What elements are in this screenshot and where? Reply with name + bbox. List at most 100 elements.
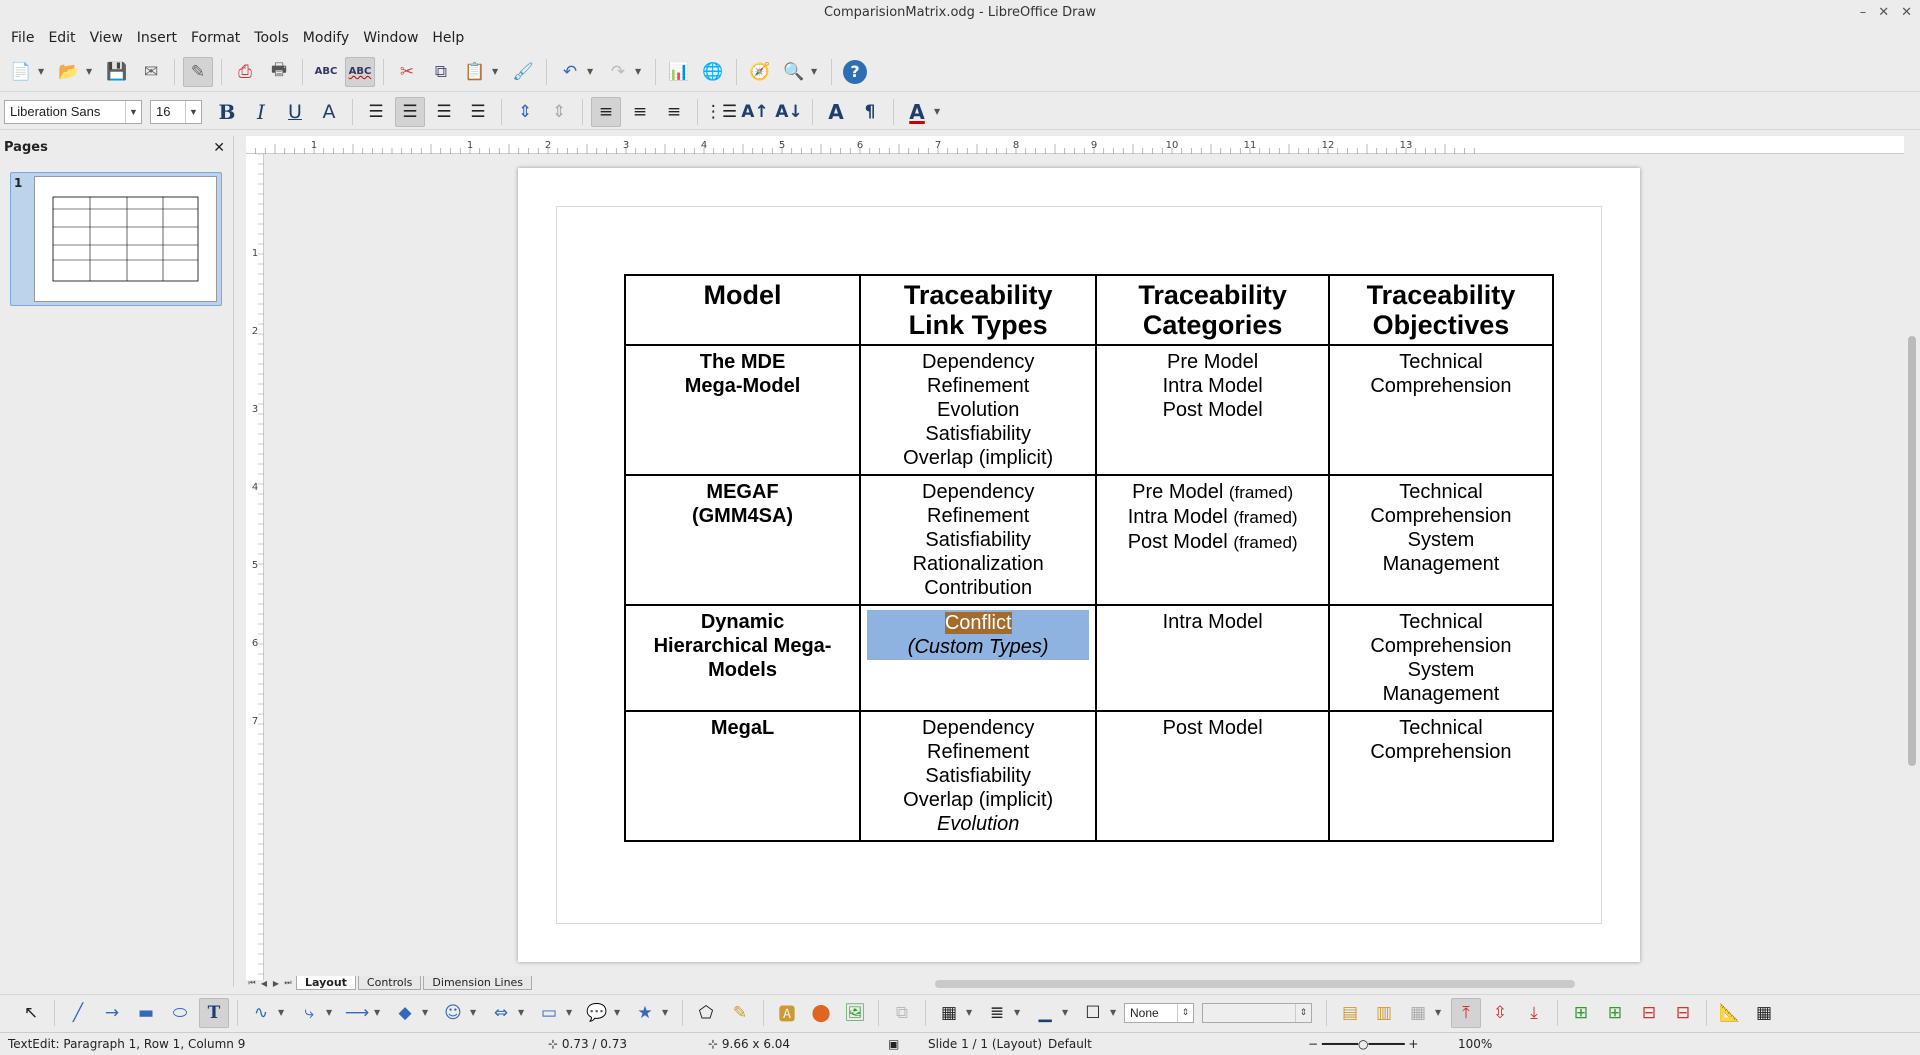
zoom-dropdown-icon[interactable]: ▼ [811, 67, 821, 76]
close-panel-icon[interactable]: ✕ [213, 136, 225, 160]
stars-dropdown-icon[interactable]: ▼ [662, 1008, 672, 1017]
redo-icon[interactable]: ↷ [603, 57, 633, 87]
export-pdf-icon[interactable]: ⎙ [230, 57, 260, 87]
table-cell[interactable]: Technical Comprehension System Managemen… [1327, 604, 1555, 712]
line-icon[interactable]: ╱ [63, 998, 93, 1028]
decrease-font-icon[interactable]: A↓ [774, 97, 804, 127]
rectangle-icon[interactable]: ▬ [131, 998, 161, 1028]
new-dropdown-icon[interactable]: ▼ [38, 67, 48, 76]
align-bottom-icon[interactable]: ≡ [659, 97, 689, 127]
insert-row-icon[interactable]: ⊞ [1566, 998, 1596, 1028]
paste-icon[interactable]: 📋 [460, 57, 490, 87]
line-arrow-icon[interactable]: → [97, 998, 127, 1028]
table-icon[interactable]: ▦ [934, 998, 964, 1028]
insert-image-icon[interactable]: 🖼 [840, 998, 870, 1028]
table-cell[interactable]: Technical Comprehension [1327, 710, 1555, 842]
font-color-dropdown-icon[interactable]: ▼ [934, 107, 944, 116]
borders-dropdown-icon[interactable]: ▼ [1110, 1008, 1120, 1017]
connector-icon[interactable]: ⤷ [294, 998, 324, 1028]
shapes-dropdown-icon[interactable]: ▼ [422, 1008, 432, 1017]
block-arrows-dropdown-icon[interactable]: ▼ [518, 1008, 528, 1017]
close-icon[interactable]: ✕ [1901, 0, 1912, 26]
split-cells-icon[interactable]: ▥ [1369, 998, 1399, 1028]
undo-dropdown-icon[interactable]: ▼ [587, 67, 597, 76]
bullets-icon[interactable]: ⋮☰ [705, 97, 737, 127]
header-cell[interactable]: Traceability Categories [1095, 274, 1330, 346]
horizontal-scrollbar[interactable] [935, 980, 1575, 988]
table-properties-icon[interactable]: ▦ [1749, 998, 1779, 1028]
spellcheck-icon[interactable]: ABC [311, 57, 341, 87]
underline-icon[interactable]: U [280, 97, 310, 127]
borders-icon[interactable]: ☐ [1078, 998, 1108, 1028]
email-icon[interactable]: ✉ [136, 57, 166, 87]
align-middle-icon[interactable]: ≡ [625, 97, 655, 127]
menu-modify[interactable]: Modify [296, 26, 356, 50]
navigator-compass-icon[interactable]: 🧭 [745, 57, 775, 87]
bold-icon[interactable]: B [212, 97, 242, 127]
curve-dropdown-icon[interactable]: ▼ [278, 1008, 288, 1017]
select-arrow-icon[interactable]: ↖ [16, 998, 46, 1028]
optimize-icon[interactable]: ▦ [1403, 998, 1433, 1028]
flowchart-dropdown-icon[interactable]: ▼ [566, 1008, 576, 1017]
print-icon[interactable]: 🖶 [264, 57, 294, 87]
vertical-scrollbar[interactable] [1904, 136, 1920, 980]
save-icon[interactable]: 💾 [102, 57, 132, 87]
chart-icon[interactable]: 📊 [664, 57, 694, 87]
border-color-icon[interactable]: ▁ [1030, 998, 1060, 1028]
table-cell[interactable]: Intra Model [1095, 604, 1330, 712]
cut-icon[interactable]: ✂ [392, 57, 422, 87]
cell-top-icon[interactable]: ⤒ [1451, 997, 1481, 1028]
menu-view[interactable]: View [83, 26, 130, 50]
stars-icon[interactable]: ★ [630, 998, 660, 1028]
text-selection[interactable]: Conflict (Custom Types) [867, 610, 1090, 660]
selected-text[interactable]: Conflict [944, 612, 1012, 634]
flowchart-icon[interactable]: ▭ [534, 998, 564, 1028]
ellipse-icon[interactable]: ⬭ [165, 998, 195, 1028]
insert-shape-icon[interactable]: ⬤ [806, 998, 836, 1028]
header-cell[interactable]: Model [623, 274, 862, 346]
basic-shapes-icon[interactable]: ◆ [390, 998, 420, 1028]
first-tab-icon[interactable]: ⏮ [246, 978, 258, 988]
vertical-ruler[interactable]: 1 2 3 4 5 6 7 [246, 153, 264, 980]
table-design-icon[interactable]: 📐 [1715, 998, 1745, 1028]
help-icon[interactable]: ? [840, 57, 870, 87]
delete-column-icon[interactable]: ⊟ [1668, 998, 1698, 1028]
chevron-down-icon[interactable]: ▼ [125, 100, 141, 123]
tab-dimension-lines[interactable]: Dimension Lines [423, 976, 533, 990]
cell-bottom-icon[interactable]: ⤓ [1519, 998, 1549, 1028]
new-document-icon[interactable]: 📄 [6, 57, 36, 87]
header-cell[interactable]: Traceability Link Types [859, 274, 1098, 346]
delete-row-icon[interactable]: ⊟ [1634, 998, 1664, 1028]
table-cell[interactable]: Dependency Refinement Evolution Satisfia… [859, 344, 1098, 476]
menu-format[interactable]: Format [184, 26, 247, 50]
lines-dropdown-icon[interactable]: ▼ [374, 1008, 384, 1017]
edit-file-icon[interactable]: ✎ [183, 56, 213, 87]
symbol-shapes-icon[interactable]: ☺ [438, 998, 468, 1028]
paste-dropdown-icon[interactable]: ▼ [492, 67, 502, 76]
chevron-down-icon[interactable]: ⇕ [1177, 1003, 1193, 1022]
table-cell[interactable]: Post Model [1095, 710, 1330, 842]
comparison-matrix-table[interactable]: Model Traceability Link Types Traceabili… [623, 274, 1555, 842]
table-cell-selected[interactable]: Conflict (Custom Types) [859, 604, 1098, 712]
undo-icon[interactable]: ↶ [555, 57, 585, 87]
table-cell[interactable]: Pre Model (framed) Intra Model (framed) … [1095, 474, 1330, 606]
glue-points-icon[interactable]: ✎ [725, 998, 755, 1028]
increase-spacing-icon[interactable]: ⇕ [510, 97, 540, 127]
menu-tools[interactable]: Tools [247, 26, 296, 50]
border-color-dropdown-icon[interactable]: ▼ [1062, 1008, 1072, 1017]
font-size-combo[interactable]: 16 ▼ [150, 99, 202, 124]
drawing-canvas[interactable]: Model Traceability Link Types Traceabili… [266, 156, 1902, 980]
slide-page[interactable]: Model Traceability Link Types Traceabili… [518, 168, 1640, 962]
table-cell[interactable]: Technical Comprehension [1327, 344, 1555, 476]
table-cell[interactable]: MEGAF (GMM4SA) [623, 474, 862, 606]
extrusion-icon[interactable]: ⧉ [887, 998, 917, 1028]
fontwork-icon[interactable]: 🅰 [772, 998, 802, 1028]
block-arrows-icon[interactable]: ⇔ [486, 998, 516, 1028]
menu-window[interactable]: Window [356, 26, 425, 50]
font-name-combo[interactable]: Liberation Sans ▼ [4, 99, 142, 124]
points-icon[interactable]: ⬠ [691, 998, 721, 1028]
symbol-dropdown-icon[interactable]: ▼ [470, 1008, 480, 1017]
document-modified-icon[interactable]: ▣ [880, 1037, 920, 1051]
fill-style-combo[interactable]: None ⇕ [1124, 1002, 1194, 1023]
table-cell[interactable]: Technical Comprehension System Managemen… [1327, 474, 1555, 606]
